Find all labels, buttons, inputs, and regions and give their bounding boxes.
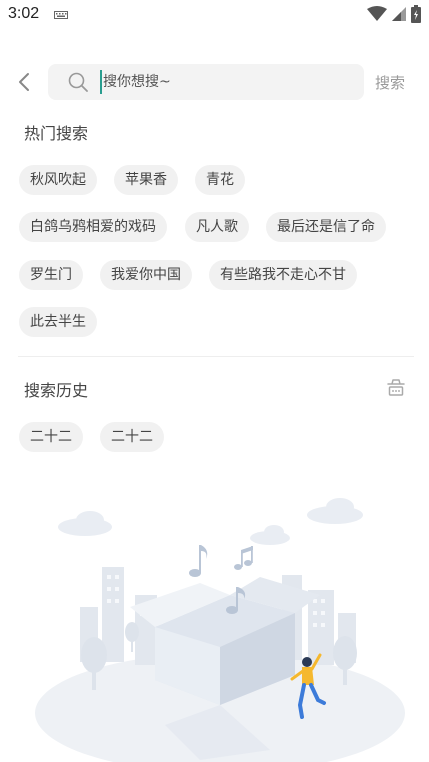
hot-tag[interactable]: 凡人歌 — [185, 212, 249, 242]
keyboard-icon — [54, 11, 68, 19]
wifi-icon — [367, 6, 387, 21]
search-input[interactable] — [100, 70, 353, 94]
search-box[interactable] — [48, 64, 364, 100]
search-icon — [68, 72, 88, 92]
hot-tag[interactable]: 我爱你中国 — [100, 260, 192, 290]
status-bar: 3:02 — [0, 0, 429, 30]
history-title: 搜索历史 — [24, 381, 89, 400]
history-tag[interactable]: 二十二 — [19, 422, 83, 452]
trash-icon[interactable] — [386, 378, 406, 398]
empty-state-illustration — [35, 498, 405, 762]
signal-icon — [392, 7, 406, 21]
search-button[interactable]: 搜索 — [375, 72, 405, 93]
status-time: 3:02 — [8, 5, 40, 22]
history-tag[interactable]: 二十二 — [100, 422, 164, 452]
hot-tag[interactable]: 秋风吹起 — [19, 165, 97, 195]
hot-tag[interactable]: 有些路我不走心不甘 — [209, 260, 357, 290]
hot-tag[interactable]: 苹果香 — [114, 165, 178, 195]
hot-tag[interactable]: 青花 — [195, 165, 245, 195]
back-arrow-icon[interactable] — [14, 70, 36, 94]
battery-icon — [411, 5, 421, 23]
cloud-icon — [58, 498, 363, 545]
hot-tag[interactable]: 罗生门 — [19, 260, 83, 290]
search-row: 搜索 — [0, 64, 429, 100]
hot-search-title: 热门搜索 — [24, 124, 89, 143]
hot-tag[interactable]: 此去半生 — [19, 307, 97, 337]
divider — [18, 356, 414, 357]
hot-tag[interactable]: 白鸽乌鸦相爱的戏码 — [19, 212, 167, 242]
hot-tag[interactable]: 最后还是信了命 — [266, 212, 386, 242]
